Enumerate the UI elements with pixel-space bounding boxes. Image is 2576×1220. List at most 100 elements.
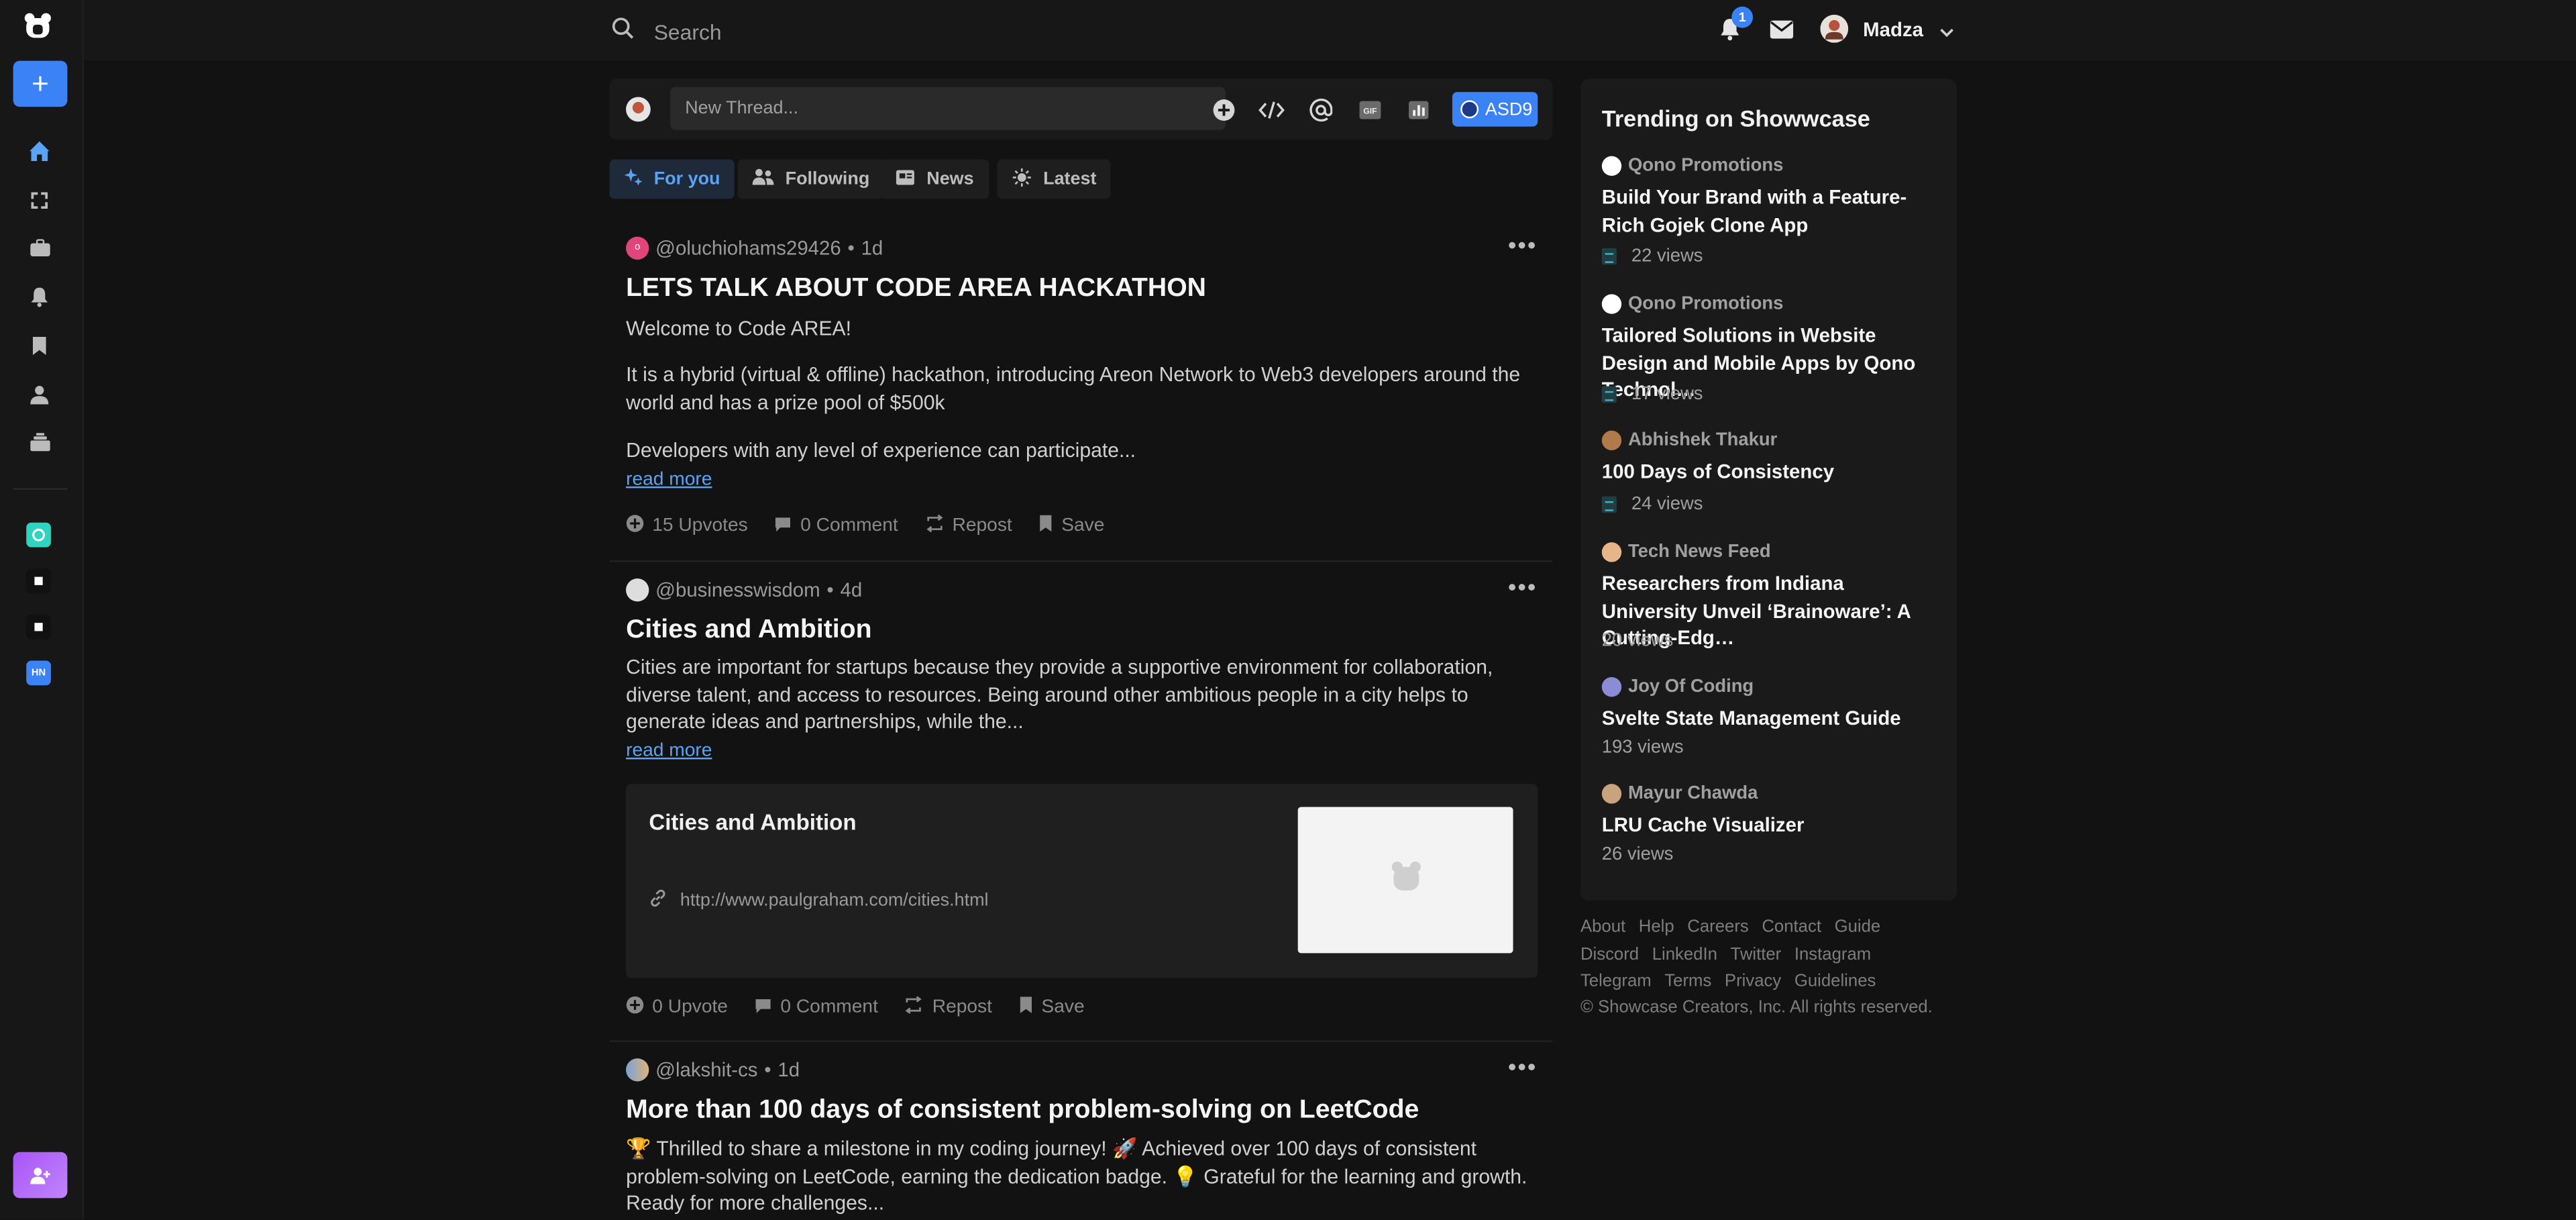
tab-for-you[interactable]: For you: [609, 159, 735, 199]
trending-author[interactable]: Qono Promotions: [1601, 294, 1783, 314]
feed-post[interactable]: o @oluchiohams29426 • 1d ••• LETS TALK A…: [610, 230, 1553, 559]
footer-link-careers[interactable]: Careers: [1687, 917, 1748, 937]
trending-author[interactable]: Qono Promotions: [1601, 156, 1783, 176]
thread-composer: GIF ASD9: [609, 79, 1553, 140]
upvote-button[interactable]: 0 Upvote: [626, 996, 728, 1019]
create-button[interactable]: +: [13, 60, 68, 107]
app-hn-icon[interactable]: HN: [26, 660, 51, 686]
profile-icon[interactable]: [26, 381, 52, 407]
post-title[interactable]: More than 100 days of consistent problem…: [626, 1096, 1419, 1125]
author-avatar[interactable]: [626, 578, 649, 602]
post-title[interactable]: Cities and Ambition: [626, 616, 871, 646]
footer-link-guide[interactable]: Guide: [1835, 917, 1881, 937]
poll-chart-icon[interactable]: [1405, 97, 1431, 123]
bell-nav-icon[interactable]: [26, 283, 52, 309]
trending-author[interactable]: Mayur Chawda: [1601, 784, 1758, 804]
search-icon[interactable]: [611, 16, 634, 48]
community-badge-button[interactable]: ASD9: [1452, 92, 1538, 127]
trending-author[interactable]: Abhishek Thakur: [1601, 430, 1777, 451]
footer-link-twitter[interactable]: Twitter: [1731, 945, 1782, 964]
add-circle-icon[interactable]: [1211, 97, 1237, 123]
expand-icon[interactable]: [26, 187, 52, 213]
upvote-button[interactable]: 15 Upvotes: [626, 515, 748, 538]
post-title[interactable]: LETS TALK ABOUT CODE AREA HACKATHON: [626, 274, 1206, 304]
feed-post[interactable]: @businesswisdom • 4d ••• Cities and Ambi…: [610, 572, 1553, 1040]
chevron-down-icon[interactable]: [1939, 19, 1955, 49]
trending-title[interactable]: Svelte State Management Guide: [1602, 705, 1939, 732]
briefcase-icon[interactable]: [26, 235, 52, 261]
repost-label: Repost: [952, 515, 1012, 536]
footer-link-discord[interactable]: Discord: [1580, 945, 1639, 964]
showwcase-logo-icon[interactable]: [21, 10, 54, 43]
tab-latest[interactable]: Latest: [997, 159, 1112, 199]
code-icon[interactable]: [1258, 97, 1285, 123]
trending-panel: Trending on Showwcase Qono Promotions Bu…: [1580, 79, 1957, 901]
tab-following[interactable]: Following: [737, 159, 885, 199]
post-age: 4d: [840, 578, 863, 602]
feed-post[interactable]: @lakshit-cs • 1d ••• More than 100 days …: [610, 1052, 1553, 1219]
link-preview-card[interactable]: Cities and Ambition http://www.paulgraha…: [626, 784, 1538, 978]
trending-views: 193 views: [1602, 738, 1684, 758]
footer-link-contact[interactable]: Contact: [1762, 917, 1821, 937]
more-options-icon[interactable]: •••: [1508, 1054, 1537, 1080]
repost-button[interactable]: Repost: [924, 514, 1012, 538]
footer-link-privacy[interactable]: Privacy: [1725, 971, 1781, 990]
invite-user-button[interactable]: [13, 1152, 68, 1199]
home-icon[interactable]: [26, 138, 52, 164]
comment-button[interactable]: 0 Comment: [774, 515, 898, 538]
mention-icon[interactable]: [1307, 97, 1334, 123]
trending-title[interactable]: LRU Cache Visualizer: [1602, 812, 1939, 839]
bookmark-nav-icon[interactable]: [26, 332, 52, 358]
people-icon: [752, 168, 774, 191]
user-name[interactable]: Madza: [1863, 18, 1923, 41]
comment-button[interactable]: 0 Comment: [754, 996, 878, 1019]
post-actions: 15 Upvotes 0 Comment Repost Save: [626, 514, 1104, 538]
new-thread-input[interactable]: [670, 87, 1226, 130]
more-options-icon[interactable]: •••: [1508, 574, 1537, 600]
post-paragraph: It is a hybrid (virtual & offline) hacka…: [626, 363, 1521, 413]
workspace-icon[interactable]: [26, 429, 52, 455]
link-url-text: http://www.paulgraham.com/cities.html: [680, 891, 989, 911]
read-more-link[interactable]: read more: [626, 470, 712, 489]
messages-mail-icon[interactable]: [1770, 18, 1794, 48]
post-author[interactable]: @oluchiohams29426: [655, 237, 841, 260]
views-count: 20 views: [1601, 631, 1674, 651]
footer-link-linkedin[interactable]: LinkedIn: [1652, 945, 1717, 964]
author-avatar[interactable]: [626, 1058, 649, 1082]
gif-icon[interactable]: GIF: [1357, 97, 1383, 123]
app-square-icon[interactable]: [26, 568, 51, 594]
comment-count: 0 Comment: [800, 515, 898, 536]
trending-author[interactable]: Joy Of Coding: [1601, 676, 1754, 697]
tab-label: For you: [653, 169, 720, 189]
post-paragraph: 🏆 Thrilled to share a milestone in my co…: [626, 1137, 1527, 1215]
author-avatar[interactable]: o: [626, 236, 649, 260]
tab-news[interactable]: News: [880, 159, 989, 199]
footer-link-help[interactable]: Help: [1639, 917, 1674, 937]
footer-link-telegram[interactable]: Telegram: [1580, 971, 1652, 990]
trending-author[interactable]: Tech News Feed: [1601, 542, 1771, 562]
app-teal-icon[interactable]: [26, 522, 51, 548]
footer-link-about[interactable]: About: [1580, 917, 1625, 937]
post-age: 1d: [861, 236, 883, 260]
footer-link-instagram[interactable]: Instagram: [1794, 945, 1871, 964]
footer-link-guidelines[interactable]: Guidelines: [1794, 971, 1876, 990]
link-preview-url[interactable]: http://www.paulgraham.com/cities.html: [649, 889, 989, 912]
search-input[interactable]: [650, 13, 1150, 50]
save-button[interactable]: Save: [1018, 996, 1085, 1019]
trending-title[interactable]: Build Your Brand with a Feature-Rich Goj…: [1602, 184, 1939, 238]
repost-icon: [904, 996, 924, 1019]
post-author[interactable]: @lakshit-cs: [655, 1058, 757, 1081]
more-options-icon[interactable]: •••: [1508, 232, 1537, 258]
footer-link-terms[interactable]: Terms: [1664, 971, 1711, 990]
user-avatar[interactable]: [1820, 15, 1849, 43]
repost-button[interactable]: Repost: [904, 996, 992, 1019]
trending-author-name: Tech News Feed: [1627, 542, 1771, 562]
save-button[interactable]: Save: [1038, 515, 1104, 538]
trending-title[interactable]: 100 Days of Consistency: [1602, 458, 1939, 485]
post-paragraph: Welcome to Code AREA!: [626, 317, 851, 340]
document-icon: [1601, 248, 1617, 265]
post-author[interactable]: @businesswisdom: [655, 578, 820, 601]
app-square-icon-2[interactable]: [26, 614, 51, 640]
meta-separator: •: [826, 578, 834, 602]
read-more-link[interactable]: read more: [626, 741, 712, 760]
